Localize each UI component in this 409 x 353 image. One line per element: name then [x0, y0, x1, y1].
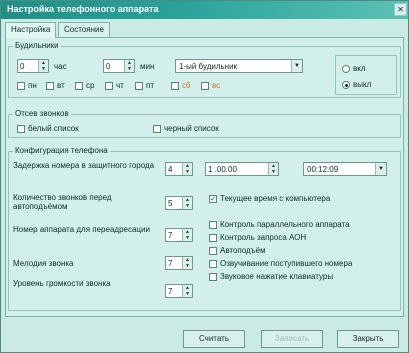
config-group: Конфигурация телефона Задержка номера в … [8, 146, 401, 311]
day-checkbox-mon[interactable]: пн [17, 81, 37, 90]
tab-settings[interactable]: Настройка [5, 22, 57, 38]
window-title: Настройка телефонного аппарата [7, 4, 159, 14]
title-bar[interactable]: Настройка телефонного аппарата ✕ [1, 1, 408, 19]
whitelist-checkbox[interactable]: белый список [17, 124, 79, 133]
alarm-hours-stepper[interactable]: 0 ▲ ▼ [17, 59, 49, 73]
volume-value: 7 [168, 287, 173, 296]
alarm-minutes-stepper[interactable]: 0 ▲ ▼ [103, 59, 135, 73]
radio-label: вкл [353, 64, 366, 73]
redial-label: Номер аппарата для переадресации [13, 225, 150, 234]
day-label: ср [86, 81, 95, 90]
day-label: вт [57, 81, 65, 90]
alarm-hours-value: 0 [20, 62, 25, 71]
melody-value: 7 [168, 259, 173, 268]
alarm-group-title: Будильники [13, 41, 61, 50]
alarm-select-value: 1-ый будильник [179, 62, 238, 71]
alarm-off-radio[interactable]: выкл [342, 80, 371, 89]
volume-stepper[interactable]: 7 ▲ ▼ [165, 284, 193, 298]
current-time-label: Текущее время с компьютера [220, 194, 331, 203]
rings-label: Количество звонков перед автоподъёмом [13, 193, 112, 211]
day-checkbox-sat[interactable]: сб [171, 81, 191, 90]
time-value: 00:12:09 [307, 165, 339, 174]
spin-down-icon[interactable]: ▼ [125, 66, 134, 72]
radio-label: выкл [353, 80, 372, 89]
date-field[interactable]: 1 .00.00 ▲ ▼ [205, 162, 279, 176]
rings-stepper[interactable]: 5 ▲ ▼ [165, 196, 193, 210]
option-label: Контроль параллельного аппарата [220, 220, 350, 229]
spin-down-icon[interactable]: ▼ [183, 203, 192, 209]
option-label: Контроль запроса АОН [220, 233, 307, 242]
day-checkbox-thu[interactable]: чт [105, 81, 124, 90]
alarm-hours-label: час [54, 62, 67, 71]
day-checkbox-fri[interactable]: пт [135, 81, 154, 90]
spin-down-icon[interactable]: ▼ [183, 263, 192, 269]
option-checkbox-autopickup[interactable]: Автоподъём [209, 246, 265, 255]
alarm-on-radio[interactable]: вкл [342, 64, 366, 73]
alarm-select[interactable]: 1-ый будильник ▼ [175, 59, 303, 73]
chevron-down-icon[interactable]: ▼ [375, 163, 386, 175]
blacklist-checkbox[interactable]: черный список [153, 124, 219, 133]
day-label: чт [116, 81, 124, 90]
current-time-checkbox[interactable]: Текущее время с компьютера [209, 194, 330, 203]
option-label: Озвучивание поступившего номера [220, 259, 353, 268]
rejection-group-title: Отсев звонков [13, 109, 71, 118]
redial-stepper[interactable]: 7 ▲ ▼ [165, 228, 193, 242]
alarm-group: Будильники 0 ▲ ▼ час 0 ▲ ▼ мин 1-ый будиль… [8, 41, 401, 98]
day-label: пт [146, 81, 154, 90]
day-label: сб [182, 81, 191, 90]
alarm-minutes-label: мин [140, 62, 155, 71]
option-checkbox-parallel[interactable]: Контроль параллельного аппарата [209, 220, 350, 229]
option-checkbox-keysound[interactable]: Звуковое нажатие клавиатуры [209, 272, 333, 281]
melody-label: Мелодия звонка [13, 259, 74, 268]
close-button[interactable]: Закрыть [337, 330, 399, 348]
rings-value: 5 [168, 199, 173, 208]
blacklist-label: черный список [164, 124, 219, 133]
close-icon[interactable]: ✕ [394, 3, 407, 16]
day-label: вс [212, 81, 221, 90]
spin-down-icon[interactable]: ▼ [183, 235, 192, 241]
tab-status[interactable]: Состояние [58, 22, 110, 37]
read-button[interactable]: Считать [183, 330, 245, 348]
option-checkbox-announce[interactable]: Озвучивание поступившего номера [209, 259, 352, 268]
alarm-state-box: вкл выкл [335, 55, 397, 95]
rejection-group: Отсев звонков белый список черный список [8, 109, 401, 138]
write-button[interactable]: Записать [261, 330, 323, 348]
delay-stepper[interactable]: 4 ▲ ▼ [165, 162, 193, 176]
day-checkbox-tue[interactable]: вт [46, 81, 65, 90]
spin-down-icon[interactable]: ▼ [269, 169, 278, 175]
settings-panel: Будильники 0 ▲ ▼ час 0 ▲ ▼ мин 1-ый будиль… [5, 37, 404, 317]
volume-label: Уровень громкости звонка [13, 279, 111, 288]
option-label: Автоподъём [220, 246, 266, 255]
day-label: пн [28, 81, 37, 90]
day-checkbox-sun[interactable]: вс [201, 81, 220, 90]
config-group-title: Конфигурация телефона [13, 146, 110, 155]
melody-stepper[interactable]: 7 ▲ ▼ [165, 256, 193, 270]
spin-down-icon[interactable]: ▼ [183, 169, 192, 175]
time-field[interactable]: 00:12:09 ▼ [303, 162, 387, 176]
redial-value: 7 [168, 231, 173, 240]
whitelist-label: белый список [28, 124, 79, 133]
spin-down-icon[interactable]: ▼ [183, 291, 192, 297]
day-checkbox-wed[interactable]: ср [75, 81, 94, 90]
alarm-minutes-value: 0 [106, 62, 111, 71]
option-checkbox-aon[interactable]: Контроль запроса АОН [209, 233, 306, 242]
spin-down-icon[interactable]: ▼ [39, 66, 48, 72]
settings-window: Настройка телефонного аппарата ✕ Настрой… [0, 0, 409, 353]
date-value: 1 .00.00 [208, 165, 237, 174]
delay-label: Задержка номера в защитного города [13, 161, 155, 170]
option-label: Звуковое нажатие клавиатуры [220, 272, 334, 281]
delay-value: 4 [168, 165, 173, 174]
chevron-down-icon[interactable]: ▼ [291, 60, 302, 72]
